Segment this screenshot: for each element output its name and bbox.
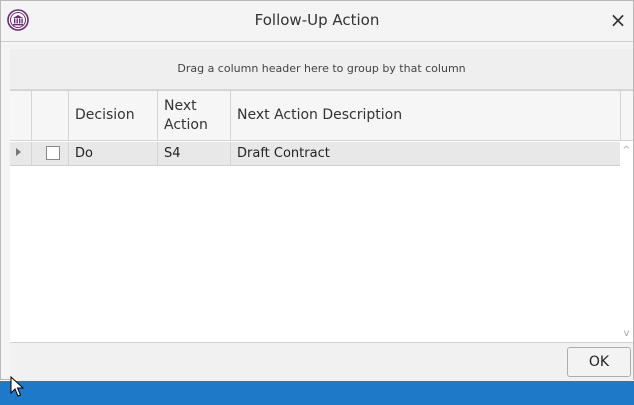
column-header-description-label: Next Action Description (237, 107, 403, 123)
decision-cell[interactable]: Do (69, 142, 158, 165)
close-button[interactable]: × (607, 9, 629, 31)
title-bar: Follow-Up Action × (1, 1, 633, 42)
column-header-next-action[interactable]: Next Action (158, 91, 231, 141)
follow-up-grid: Decision Next Action Next Action Descrip… (10, 90, 633, 343)
group-by-hint: Drag a column header here to group by th… (177, 62, 466, 75)
row-checkbox[interactable] (46, 146, 60, 160)
row-checkbox-cell (32, 142, 69, 165)
column-header-next-action-label: Next Action (164, 98, 208, 133)
follow-up-action-dialog: Follow-Up Action × Drag a column header … (0, 0, 634, 381)
dialog-title: Follow-Up Action (254, 11, 380, 29)
scroll-down-icon[interactable]: v (620, 327, 633, 341)
description-cell[interactable]: Draft Contract (231, 142, 620, 165)
column-header-decision[interactable]: Decision (69, 91, 158, 141)
next-action-value: S4 (164, 146, 181, 161)
group-by-panel[interactable]: Drag a column header here to group by th… (10, 49, 633, 90)
vertical-scrollbar[interactable]: ^ v (620, 142, 633, 343)
row-indicator-cell (10, 142, 32, 165)
column-header-next-action-description[interactable]: Next Action Description (231, 91, 621, 141)
description-value: Draft Contract (237, 146, 330, 161)
header-indicator-cell (10, 91, 32, 141)
decision-value: Do (75, 146, 93, 161)
mouse-pointer-icon (10, 376, 24, 397)
next-action-cell[interactable]: S4 (158, 142, 231, 165)
header-checkbox-cell[interactable] (32, 91, 69, 141)
column-header-decision-label: Decision (75, 107, 135, 123)
header-spacer (621, 91, 633, 141)
scroll-up-icon[interactable]: ^ (620, 144, 633, 158)
table-row[interactable]: Do S4 Draft Contract (10, 142, 620, 166)
row-indicator-icon (16, 148, 21, 156)
ok-button[interactable]: OK (567, 347, 631, 377)
taskbar (0, 381, 634, 405)
dialog-footer: OK (10, 342, 633, 381)
